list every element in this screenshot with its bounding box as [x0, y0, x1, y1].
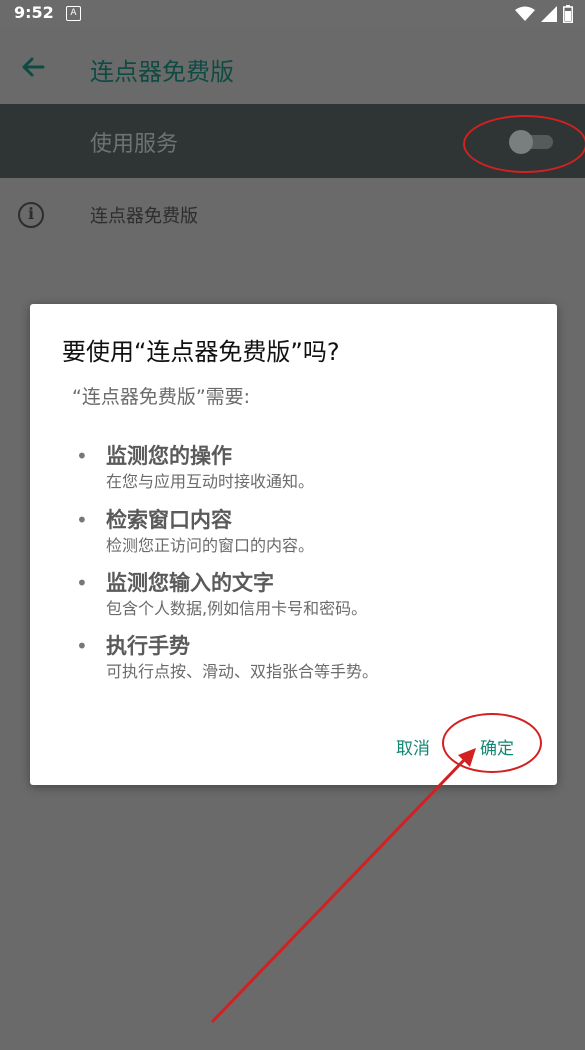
annotation-arrow: [210, 748, 476, 1024]
